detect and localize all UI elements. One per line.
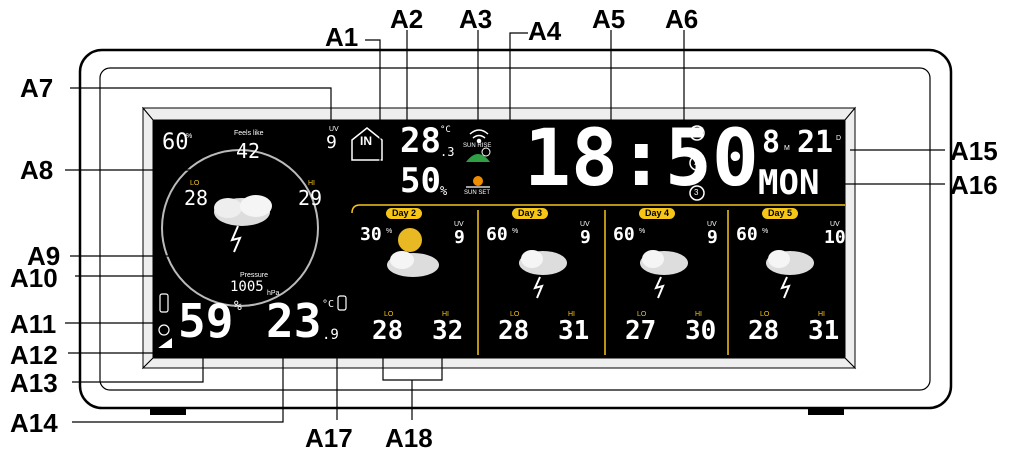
callout-a16: A16	[950, 170, 998, 200]
outdoor-temp-unit: °C	[322, 299, 335, 310]
outdoor-temp: 23	[266, 294, 322, 348]
callout-a18: A18	[385, 423, 433, 453]
sun-icon-day2	[398, 228, 422, 252]
sun-rise-label: SUN RISE	[463, 143, 492, 149]
sunset-icon	[473, 176, 483, 186]
forecast-uv-value: 9	[580, 227, 591, 248]
forecast-hi-value: 30	[685, 316, 717, 346]
callout-a8: A8	[20, 155, 54, 185]
device-foot-right	[808, 408, 844, 415]
screen-bevel-bottom	[141, 357, 857, 369]
forecast-day-badge: Day 5	[762, 208, 799, 219]
indoor-label: IN	[360, 134, 372, 148]
forecast-lo-value: 28	[498, 316, 530, 346]
lo-value: 28	[184, 186, 209, 210]
alarm2-label: 2	[694, 158, 699, 167]
forecast-lo-value: 28	[372, 316, 404, 346]
callout-a10: A10	[10, 263, 58, 293]
forecast-hi-value: 31	[808, 316, 840, 346]
forecast-rain-pct-sign: %	[639, 228, 646, 235]
forecast-uv-value: 9	[707, 227, 718, 248]
device-foot-left	[150, 408, 186, 415]
callout-a14: A14	[10, 408, 58, 438]
forecast-day-badge: Day 2	[386, 208, 423, 219]
feels-like-label: Feels like	[234, 130, 264, 137]
callout-a7: A7	[20, 73, 54, 103]
indoor-humidity: 50	[400, 161, 441, 201]
weather-station-diagram: A1 A2 A3 A4 A5 A6 A7 A8 A9 A10 A11 A12 A…	[0, 0, 1025, 458]
forecast-rain-pct-sign: %	[386, 228, 393, 235]
sun-set-label: SUN SET	[464, 190, 491, 196]
feels-like-value: 42	[236, 139, 261, 163]
forecast-rain-pct-sign: %	[762, 228, 769, 235]
forecast-rain-chance: 60	[736, 224, 758, 245]
callout-a15: A15	[950, 136, 998, 166]
indoor-temp: 28	[400, 121, 441, 161]
forecast-lo-value: 27	[625, 316, 657, 346]
forecast-lo-value: 28	[748, 316, 780, 346]
forecast-day-badge: Day 3	[512, 208, 549, 219]
forecast-hi-value: 31	[558, 316, 590, 346]
callout-a11: A11	[10, 309, 57, 339]
callout-a2: A2	[390, 4, 424, 34]
forecast-uv-value: 10	[824, 227, 846, 248]
forecast-rain-chance: 60	[613, 224, 635, 245]
screen-bevel-right	[844, 106, 856, 370]
forecast-uv-value: 9	[454, 227, 465, 248]
callout-a6: A6	[665, 4, 699, 34]
callout-a12: A12	[10, 340, 58, 370]
date-day: 21	[797, 125, 834, 160]
rain-chance: 60	[162, 130, 189, 155]
outdoor-humidity-sign: %	[234, 299, 242, 314]
pressure-value: 1005	[230, 279, 264, 295]
indoor-temp-decimal: .3	[440, 145, 455, 159]
screen-bevel-left	[142, 106, 154, 370]
callout-a13: A13	[10, 368, 58, 398]
forecast-rain-chance: 30	[360, 224, 382, 245]
date-month: 8	[762, 125, 781, 160]
pressure-label: Pressure	[240, 272, 269, 279]
callout-a17: A17	[305, 423, 353, 453]
alarm1-label: 1	[694, 128, 699, 137]
forecast-day-badge: Day 4	[639, 208, 676, 219]
rain-pct-sign: %	[186, 133, 193, 140]
callout-a1: A1	[325, 22, 359, 52]
indoor-temp-unit: °C	[440, 125, 451, 135]
forecast-rain-pct-sign: %	[512, 228, 519, 235]
day-label: D	[836, 135, 842, 142]
callout-a4: A4	[528, 16, 562, 46]
forecast-rain-chance: 60	[486, 224, 508, 245]
uv-value: 9	[326, 132, 337, 153]
callout-a3: A3	[459, 4, 493, 34]
outdoor-humidity: 59	[178, 294, 234, 348]
outdoor-temp-decimal: .9	[322, 327, 339, 343]
hi-value: 29	[298, 186, 323, 210]
callout-a5: A5	[592, 4, 626, 34]
weekday: MON	[758, 163, 820, 203]
indoor-humidity-sign: %	[440, 184, 448, 198]
clock-time: 18:50	[524, 114, 759, 204]
alarm3-label: 3	[694, 188, 699, 197]
forecast-hi-value: 32	[432, 316, 464, 346]
month-label: M	[784, 145, 790, 152]
